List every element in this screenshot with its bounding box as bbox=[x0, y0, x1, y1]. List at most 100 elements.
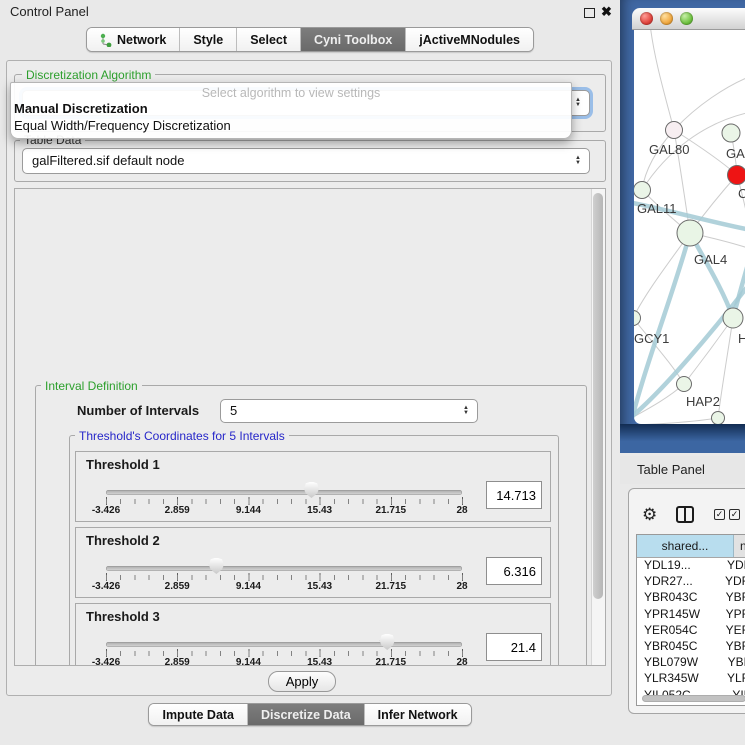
network-window-titlebar bbox=[632, 8, 745, 30]
tab-impute-data[interactable]: Impute Data bbox=[149, 704, 248, 725]
table-row[interactable]: YPR145WYPR1 bbox=[637, 607, 745, 623]
slider-thumb[interactable] bbox=[209, 558, 224, 574]
network-node[interactable] bbox=[712, 412, 725, 425]
tab-cyni-toolbox[interactable]: Cyni Toolbox bbox=[301, 28, 406, 51]
slider-thumb[interactable] bbox=[380, 634, 395, 650]
network-edge[interactable] bbox=[650, 30, 674, 130]
tab-label: Style bbox=[193, 33, 223, 47]
network-edge[interactable] bbox=[634, 233, 690, 318]
table-cell-shared-name[interactable]: YPR145W bbox=[637, 607, 722, 623]
table-cell-name[interactable]: YPR1 bbox=[722, 607, 745, 623]
tick-label: 2.859 bbox=[165, 505, 190, 516]
mac-minimize-icon[interactable] bbox=[660, 12, 673, 25]
network-node-gal80[interactable] bbox=[666, 122, 683, 139]
discretization-algorithm-group-title: Discretization Algorithm bbox=[22, 68, 155, 82]
network-node[interactable] bbox=[728, 166, 745, 185]
network-canvas[interactable]: GAL80GACGAL11GAL4GCY1HHAP2 bbox=[634, 30, 745, 424]
table-cell-shared-name[interactable]: YLR345W bbox=[637, 671, 723, 687]
tab-discretize-data[interactable]: Discretize Data bbox=[248, 704, 365, 725]
network-node-gcy1[interactable] bbox=[634, 311, 641, 326]
table-cell-shared-name[interactable]: YBR045C bbox=[637, 639, 722, 655]
network-icon bbox=[100, 33, 112, 47]
table-row[interactable]: YDL19...YDL1 bbox=[637, 558, 745, 574]
threshold-value-input[interactable] bbox=[486, 557, 542, 585]
table-cell-name[interactable]: YIL0 bbox=[728, 688, 745, 696]
table-data-combobox[interactable]: galFiltered.sif default node ▲▼ bbox=[22, 148, 590, 174]
tick-label: 15.43 bbox=[307, 505, 332, 516]
table-row[interactable]: YDR27...YDR2 bbox=[637, 574, 745, 590]
network-edge-highlighted[interactable] bbox=[634, 233, 690, 424]
table-row[interactable]: YBR043CYBR0 bbox=[637, 590, 745, 606]
slider-track[interactable] bbox=[106, 490, 462, 495]
checkbox-icon[interactable]: ✓ bbox=[714, 509, 725, 520]
table-row[interactable]: YBL079WYBL0 bbox=[637, 655, 745, 671]
mac-zoom-icon[interactable] bbox=[680, 12, 693, 25]
network-node-gal11[interactable] bbox=[634, 182, 651, 199]
tab-select[interactable]: Select bbox=[237, 28, 301, 51]
tick-label: 9.144 bbox=[236, 581, 261, 592]
table-cell-name[interactable]: YER0 bbox=[722, 623, 745, 639]
tab-style[interactable]: Style bbox=[180, 28, 237, 51]
columns-icon[interactable] bbox=[676, 506, 694, 523]
threshold-value-input[interactable] bbox=[486, 633, 542, 661]
table-hscrollbar[interactable] bbox=[640, 695, 745, 703]
network-edge-highlighted[interactable] bbox=[690, 233, 733, 318]
network-edge[interactable] bbox=[674, 76, 745, 130]
table-cell-shared-name[interactable]: YIL052C bbox=[637, 688, 728, 696]
float-panel-icon[interactable] bbox=[584, 8, 595, 18]
table-cell-name[interactable]: YBL0 bbox=[724, 655, 745, 671]
network-node-label: HAP2 bbox=[686, 394, 720, 409]
tab-network[interactable]: Network bbox=[87, 28, 180, 51]
algorithm-option-equal-width[interactable]: Equal Width/Frequency Discretization bbox=[11, 117, 571, 134]
tab-jactivemnodules[interactable]: jActiveMNodules bbox=[406, 28, 533, 51]
threshold-value-input[interactable] bbox=[486, 481, 542, 509]
network-edge[interactable] bbox=[684, 318, 733, 384]
number-of-intervals-combobox[interactable]: 5 ▲▼ bbox=[220, 399, 478, 423]
apply-button[interactable]: Apply bbox=[268, 671, 336, 692]
table-cell-name[interactable]: YBR0 bbox=[722, 590, 745, 606]
table-hscrollbar-thumb[interactable] bbox=[642, 695, 745, 702]
checkbox-icon[interactable]: ✓ bbox=[729, 509, 740, 520]
algorithm-option-manual[interactable]: Manual Discretization bbox=[11, 100, 571, 117]
table-cell-name[interactable]: YDL1 bbox=[723, 558, 745, 574]
network-graph: GAL80GACGAL11GAL4GCY1HHAP2 bbox=[634, 30, 745, 424]
tick-label: 9.144 bbox=[236, 657, 261, 666]
tab-label: Discretize Data bbox=[261, 708, 351, 722]
threshold-label: Threshold 2 bbox=[86, 533, 160, 548]
network-node-label: GA bbox=[726, 146, 745, 161]
network-edge[interactable] bbox=[634, 418, 718, 424]
table-cell-name[interactable]: YLR3 bbox=[723, 671, 745, 687]
settings-scrollbar-thumb[interactable] bbox=[593, 193, 603, 599]
network-node-hap2[interactable] bbox=[677, 377, 692, 392]
slider-thumb[interactable] bbox=[304, 482, 319, 498]
table-cell-shared-name[interactable]: YBL079W bbox=[637, 655, 724, 671]
table-cell-shared-name[interactable]: YER054C bbox=[637, 623, 722, 639]
threshold-panel: Threshold 2 -3.4262.8599.14415.4321.7152… bbox=[75, 527, 551, 598]
tab-infer-network[interactable]: Infer Network bbox=[365, 704, 471, 725]
slider-track[interactable] bbox=[106, 566, 462, 571]
table-cell-name[interactable]: YDR2 bbox=[721, 574, 745, 590]
close-panel-icon[interactable]: ✖ bbox=[601, 4, 612, 20]
table-row[interactable]: YER054CYER0 bbox=[637, 623, 745, 639]
table-row[interactable]: YIL052CYIL0 bbox=[637, 688, 745, 696]
network-edge[interactable] bbox=[718, 318, 733, 418]
algorithm-hint-item[interactable]: Select algorithm to view settings bbox=[11, 83, 571, 100]
network-node-h[interactable] bbox=[723, 308, 743, 328]
table-row[interactable]: YLR345WYLR3 bbox=[637, 671, 745, 687]
network-node[interactable] bbox=[722, 124, 740, 142]
table-cell-shared-name[interactable]: YDR27... bbox=[637, 574, 721, 590]
table-cell-shared-name[interactable]: YDL19... bbox=[637, 558, 723, 574]
network-node-gal4[interactable] bbox=[677, 220, 703, 246]
gear-icon[interactable]: ⚙ bbox=[642, 505, 657, 525]
control-panel-titlebar: Control Panel bbox=[0, 0, 620, 24]
tick-label: 15.43 bbox=[307, 581, 332, 592]
table-cell-name[interactable]: YBR0 bbox=[722, 639, 745, 655]
table-column-header-name[interactable]: na bbox=[734, 535, 745, 557]
table-column-header-shared[interactable]: shared... bbox=[637, 535, 734, 557]
tick-label: 21.715 bbox=[376, 657, 407, 666]
slider-track[interactable] bbox=[106, 642, 462, 647]
mac-close-icon[interactable] bbox=[640, 12, 653, 25]
table-cell-shared-name[interactable]: YBR043C bbox=[637, 590, 722, 606]
network-edge[interactable] bbox=[642, 130, 674, 190]
table-row[interactable]: YBR045CYBR0 bbox=[637, 639, 745, 655]
